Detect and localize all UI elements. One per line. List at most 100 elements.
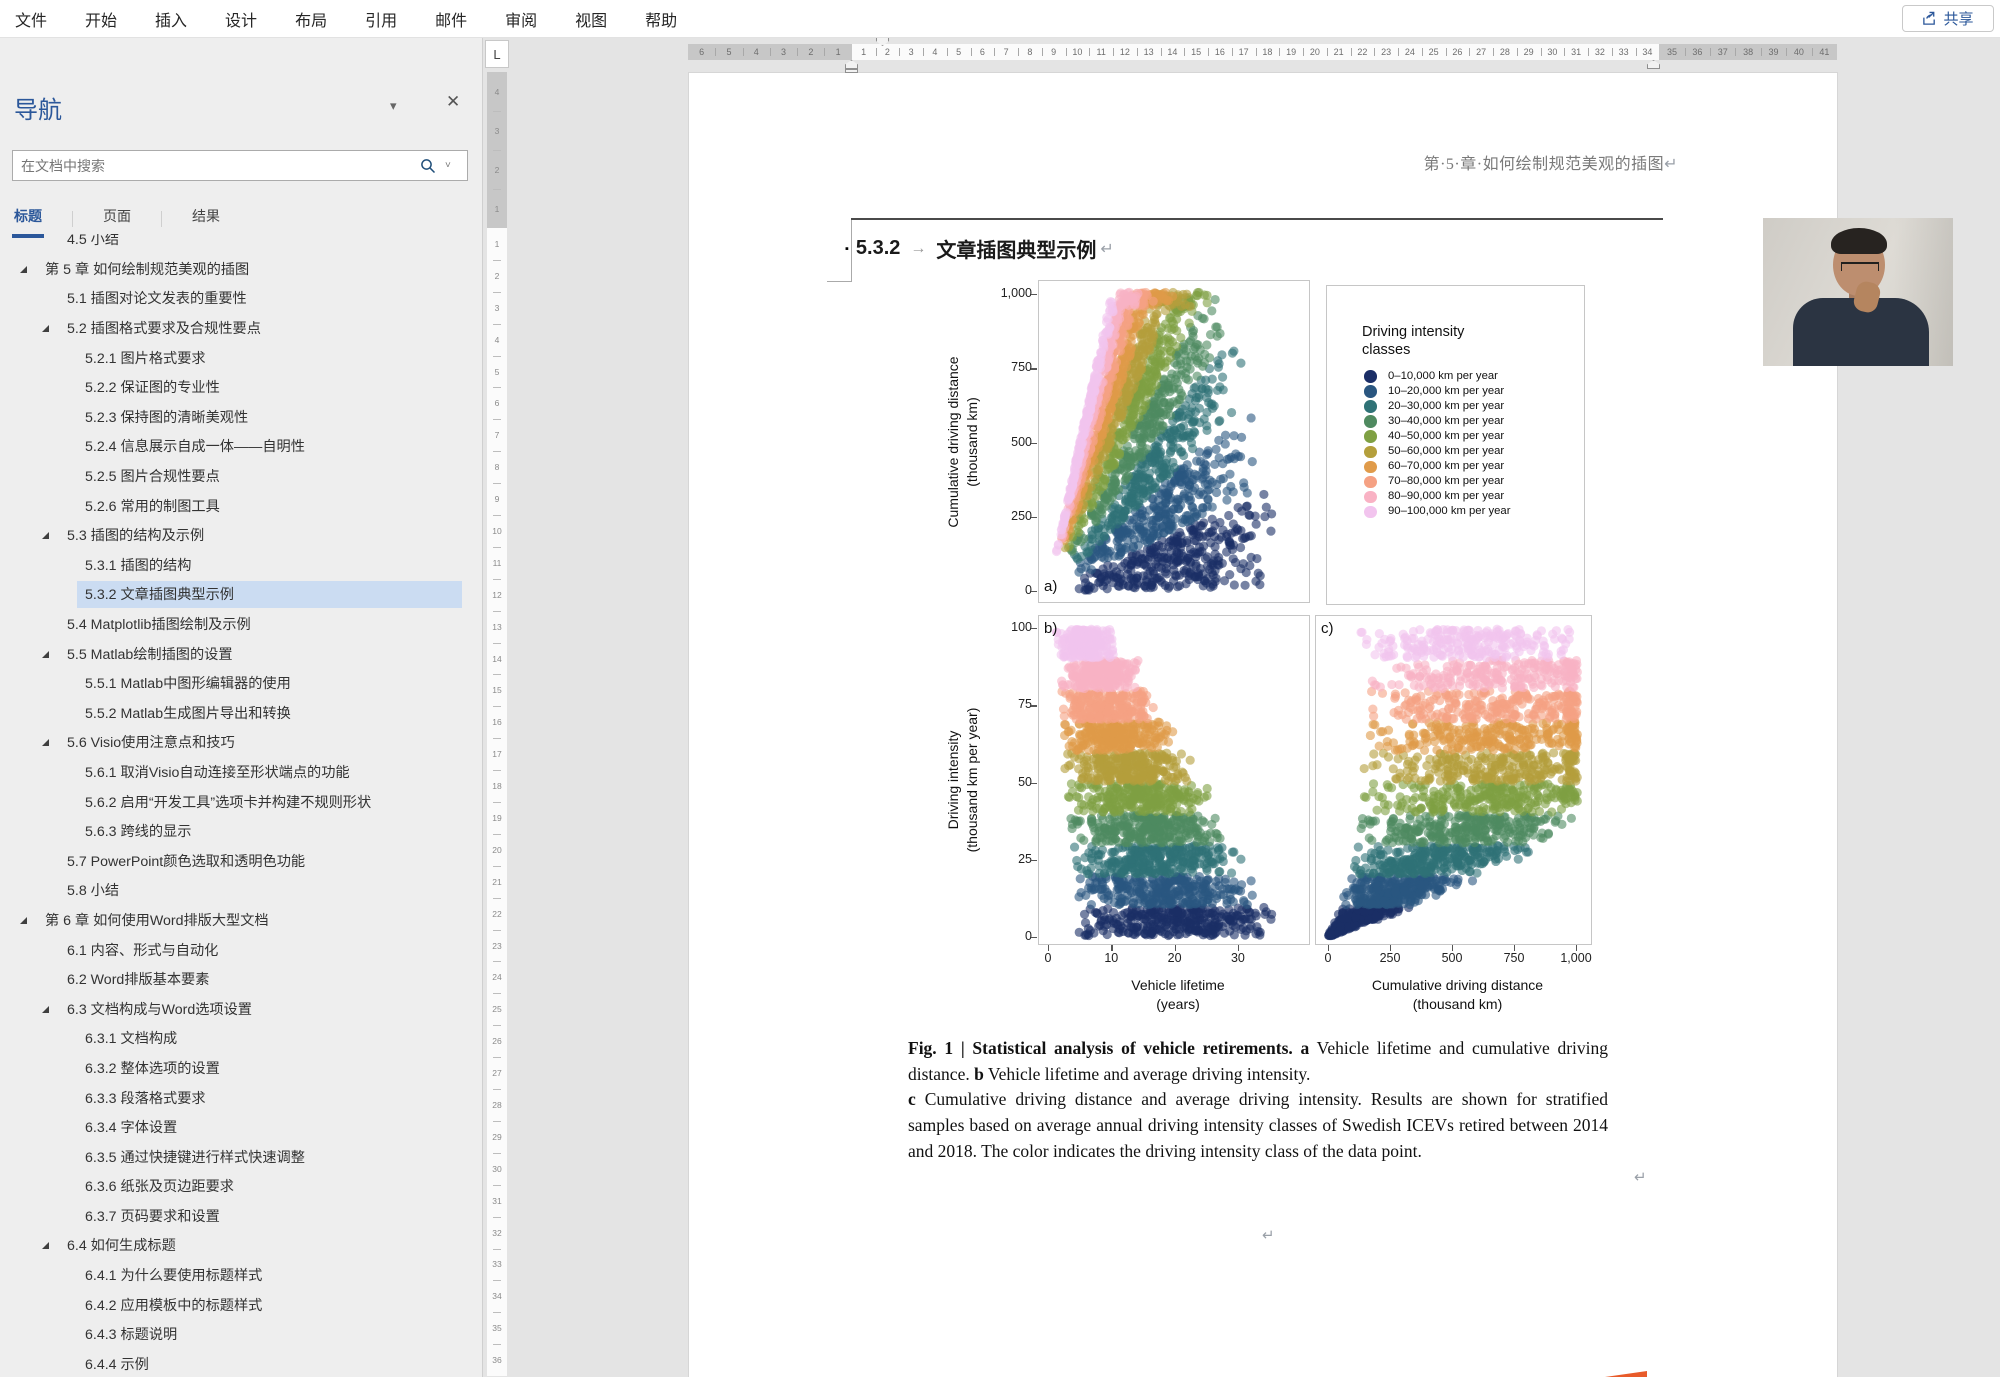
menu-item[interactable]: 审阅	[486, 7, 556, 31]
menu-item[interactable]: 插入	[136, 7, 206, 31]
outline-item-label-wrap: 5.5.2 Matlab生成图片导出和转换	[77, 700, 462, 727]
outline-item[interactable]: 6.4 如何生成标题	[0, 1231, 483, 1261]
y-axis-label-a: Cumulative driving distance (thousand km…	[944, 272, 982, 612]
outline-item[interactable]: 5.3.2 文章插图典型示例	[0, 580, 483, 610]
ruler-number: 8	[1018, 44, 1042, 60]
x-tick-mark	[1514, 945, 1515, 951]
outline-item-label-wrap: 5.5.1 Matlab中图形编辑器的使用	[77, 670, 462, 697]
x-tick-label: 20	[1147, 951, 1203, 965]
menu-item[interactable]: 文件	[0, 7, 66, 31]
tab-stop-selector[interactable]: L	[485, 40, 509, 68]
menu-item[interactable]: 开始	[66, 7, 136, 31]
search-input[interactable]	[13, 158, 411, 174]
outline-item-label: 6.4.1 为什么要使用标题样式	[85, 1268, 262, 1284]
legend-swatch	[1364, 476, 1377, 489]
outline-item[interactable]: 6.3.5 通过快捷键进行样式快速调整	[0, 1142, 483, 1172]
menu-item[interactable]: 布局	[276, 7, 346, 31]
outline-item[interactable]: 6.4.2 应用模板中的标题样式	[0, 1290, 483, 1320]
outline-item[interactable]: 5.3.1 插图的结构	[0, 551, 483, 581]
outline-item[interactable]: 6.3 文档构成与Word选项设置	[0, 994, 483, 1024]
expander-icon[interactable]	[42, 325, 49, 332]
chevron-down-icon[interactable]: ▾	[390, 98, 397, 114]
nav-tab[interactable]: 页面	[103, 206, 131, 232]
ruler-number: 33	[1612, 44, 1636, 60]
expander-icon[interactable]	[42, 651, 49, 658]
outline-item[interactable]: 第 6 章 如何使用Word排版大型文档	[0, 906, 483, 936]
expander-icon[interactable]	[42, 739, 49, 746]
outline-item[interactable]: 第 5 章 如何绘制规范美观的插图	[0, 255, 483, 285]
expander-icon[interactable]	[42, 1242, 49, 1249]
ruler-number: 4	[487, 72, 507, 111]
outline-item[interactable]: 4.5 小结	[0, 234, 483, 255]
outline-item-label-wrap: 5.3.1 插图的结构	[77, 552, 462, 579]
vertical-ruler[interactable]: 4321 12345678910111213141516171819202122…	[487, 72, 507, 1377]
menu-item[interactable]: 引用	[346, 7, 416, 31]
ruler-number: 37	[1710, 44, 1735, 60]
caption-segment: a	[1301, 1038, 1310, 1058]
left-indent-marker[interactable]	[845, 69, 858, 73]
outline-item[interactable]: 6.3.7 页码要求和设置	[0, 1202, 483, 1232]
expander-icon[interactable]	[20, 917, 27, 924]
horizontal-ruler[interactable]: 654321 123456789101112131415161718192021…	[688, 44, 1837, 60]
nav-tab[interactable]: 结果	[192, 206, 220, 232]
menu-item[interactable]: 视图	[556, 7, 626, 31]
outline-item[interactable]: 6.4.3 标题说明	[0, 1320, 483, 1350]
outline-item[interactable]: 5.7 PowerPoint颜色选取和透明色功能	[0, 846, 483, 876]
ruler-number: 13	[1137, 44, 1161, 60]
outline-item[interactable]: 5.3 插图的结构及示例	[0, 521, 483, 551]
outline-item[interactable]: 5.2.6 常用的制图工具	[0, 491, 483, 521]
outline-item[interactable]: 5.6.2 启用“开发工具”选项卡并构建不规则形状	[0, 787, 483, 817]
legend-swatch	[1364, 400, 1377, 413]
outline-item[interactable]: 5.6.1 取消Visio自动连接至形状端点的功能	[0, 758, 483, 788]
expander-icon[interactable]	[42, 532, 49, 539]
outline-item[interactable]: 6.1 内容、形式与自动化	[0, 935, 483, 965]
expander-icon[interactable]	[20, 266, 27, 273]
hanging-indent-marker[interactable]	[845, 60, 858, 69]
outline-item-label-wrap: 5.6.1 取消Visio自动连接至形状端点的功能	[77, 759, 462, 786]
ruler-number: 7	[994, 44, 1018, 60]
outline-item[interactable]: 6.3.4 字体设置	[0, 1113, 483, 1143]
outline-item[interactable]: 5.5 Matlab绘制插图的设置	[0, 639, 483, 669]
outline-item[interactable]: 5.5.2 Matlab生成图片导出和转换	[0, 699, 483, 729]
outline-item[interactable]: 5.4 Matplotlib插图绘制及示例	[0, 610, 483, 640]
outline-item[interactable]: 5.5.1 Matlab中图形编辑器的使用	[0, 669, 483, 699]
heading-title: 文章插图典型示例	[936, 234, 1096, 263]
outline-item[interactable]: 5.2 插图格式要求及合规性要点	[0, 314, 483, 344]
outline-item[interactable]: 6.3.3 段落格式要求	[0, 1083, 483, 1113]
outline-item[interactable]: 6.2 Word排版基本要素	[0, 965, 483, 995]
outline-item[interactable]: 6.3.2 整体选项的设置	[0, 1054, 483, 1084]
nav-tab[interactable]: 标题	[14, 206, 42, 232]
outline-item[interactable]: 5.6 Visio使用注意点和技巧	[0, 728, 483, 758]
outline-item[interactable]: 6.4.1 为什么要使用标题样式	[0, 1261, 483, 1291]
close-icon[interactable]: ✕	[446, 92, 460, 112]
legend-label: 60–70,000 km per year	[1388, 460, 1504, 472]
menu-bar: 文件开始插入设计布局引用邮件审阅视图帮助 共享	[0, 0, 2000, 38]
outline-item[interactable]: 5.2.1 图片格式要求	[0, 343, 483, 373]
outline-item[interactable]: 5.2.3 保持图的清晰美观性	[0, 403, 483, 433]
search-icon[interactable]	[411, 158, 445, 174]
outline-item[interactable]: 5.6.3 跨线的显示	[0, 817, 483, 847]
outline-item[interactable]: 5.1 插图对论文发表的重要性	[0, 284, 483, 314]
menu-item[interactable]: 设计	[206, 7, 276, 31]
menu-item[interactable]: 邮件	[416, 7, 486, 31]
search-dropdown-icon[interactable]: ˅	[445, 160, 467, 171]
right-indent-marker[interactable]	[1647, 60, 1660, 69]
share-button[interactable]: 共享	[1902, 5, 1994, 32]
outline-item[interactable]: 5.8 小结	[0, 876, 483, 906]
outline-item[interactable]: 6.4.4 示例	[0, 1350, 483, 1377]
menu-item[interactable]: 帮助	[626, 7, 696, 31]
outline-item[interactable]: 5.2.2 保证图的专业性	[0, 373, 483, 403]
outline-item[interactable]: 6.3.1 文档构成	[0, 1024, 483, 1054]
outline-item[interactable]: 6.3.6 纸张及页边距要求	[0, 1172, 483, 1202]
outline-item-label-wrap: 5.2.6 常用的制图工具	[77, 493, 462, 520]
outline-item[interactable]: 5.2.5 图片合规性要点	[0, 462, 483, 492]
section-heading[interactable]: ▪ 5.3.2 → 文章插图典型示例 ↵	[845, 234, 1114, 263]
outline-item-label: 5.5.2 Matlab生成图片导出和转换	[85, 706, 291, 722]
expander-icon[interactable]	[42, 1006, 49, 1013]
paragraph-mark: ↵	[1262, 1226, 1275, 1244]
h-ruler-left-margin: 654321	[688, 44, 852, 60]
x-tick-label: 0	[1020, 951, 1076, 965]
outline-item[interactable]: 5.2.4 信息展示自成一体——自明性	[0, 432, 483, 462]
y-tick-label: 1,000	[986, 286, 1032, 300]
outline-item-label-wrap: 6.4.1 为什么要使用标题样式	[77, 1262, 462, 1289]
